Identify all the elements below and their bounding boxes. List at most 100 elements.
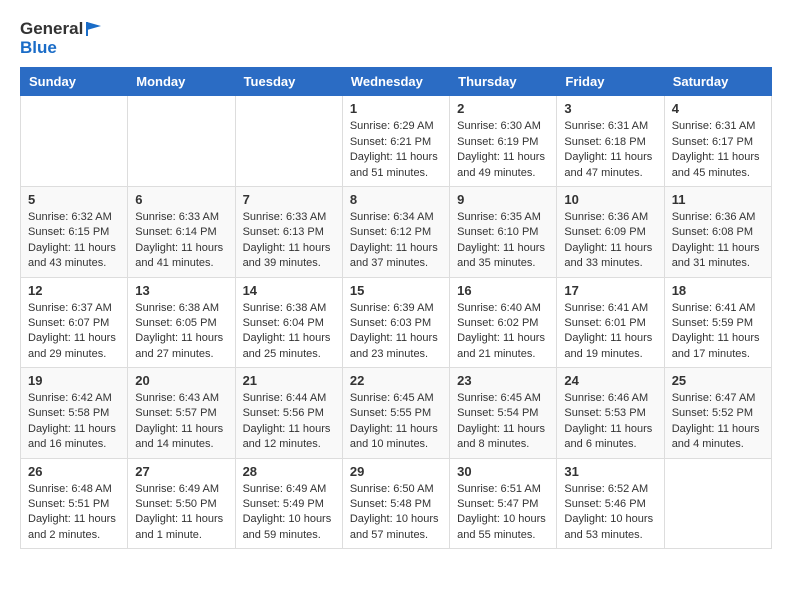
calendar-cell: 1 Sunrise: 6:29 AM Sunset: 6:21 PM Daylig… xyxy=(342,96,449,187)
logo-blue-text: Blue xyxy=(20,39,57,58)
calendar-cell: 5 Sunrise: 6:32 AM Sunset: 6:15 PM Daylig… xyxy=(21,186,128,277)
week-row-4: 19 Sunrise: 6:42 AM Sunset: 5:58 PM Dayli… xyxy=(21,368,772,459)
calendar-cell: 16 Sunrise: 6:40 AM Sunset: 6:02 PM Dayli… xyxy=(450,277,557,368)
calendar-cell xyxy=(664,458,771,549)
calendar-cell: 23 Sunrise: 6:45 AM Sunset: 5:54 PM Dayli… xyxy=(450,368,557,459)
weekday-header-tuesday: Tuesday xyxy=(235,68,342,96)
calendar-cell: 15 Sunrise: 6:39 AM Sunset: 6:03 PM Dayli… xyxy=(342,277,449,368)
calendar-cell: 30Sunrise: 6:51 AM Sunset: 5:47 PM Dayli… xyxy=(450,458,557,549)
calendar-cell: 3Sunrise: 6:31 AM Sunset: 6:18 PM Daylig… xyxy=(557,96,664,187)
day-info: Sunrise: 6:45 AM Sunset: 5:55 PM Dayligh… xyxy=(350,391,442,453)
week-row-2: 5 Sunrise: 6:32 AM Sunset: 6:15 PM Daylig… xyxy=(21,186,772,277)
day-info: Sunrise: 6:42 AM Sunset: 5:58 PM Dayligh… xyxy=(28,391,120,453)
day-info: Sunrise: 6:43 AM Sunset: 5:57 PM Dayligh… xyxy=(135,391,227,453)
day-number: 30 xyxy=(457,464,549,479)
calendar-cell: 26Sunrise: 6:48 AM Sunset: 5:51 PM Dayli… xyxy=(21,458,128,549)
calendar-cell: 10 Sunrise: 6:36 AM Sunset: 6:09 PM Dayli… xyxy=(557,186,664,277)
day-number: 27 xyxy=(135,464,227,479)
day-info: Sunrise: 6:39 AM Sunset: 6:03 PM Dayligh… xyxy=(350,301,442,363)
day-number: 13 xyxy=(135,283,227,298)
day-info: Sunrise: 6:47 AM Sunset: 5:52 PM Dayligh… xyxy=(672,391,764,453)
day-number: 19 xyxy=(28,373,120,388)
day-info: Sunrise: 6:41 AM Sunset: 6:01 PM Dayligh… xyxy=(564,301,656,363)
day-info: Sunrise: 6:52 AM Sunset: 5:46 PM Dayligh… xyxy=(564,482,656,544)
day-number: 17 xyxy=(564,283,656,298)
day-info: Sunrise: 6:31 AM Sunset: 6:18 PM Dayligh… xyxy=(564,119,656,181)
day-number: 5 xyxy=(28,192,120,207)
day-info: Sunrise: 6:38 AM Sunset: 6:05 PM Dayligh… xyxy=(135,301,227,363)
day-number: 16 xyxy=(457,283,549,298)
day-info: Sunrise: 6:40 AM Sunset: 6:02 PM Dayligh… xyxy=(457,301,549,363)
weekday-header-sunday: Sunday xyxy=(21,68,128,96)
calendar-cell: 8 Sunrise: 6:34 AM Sunset: 6:12 PM Daylig… xyxy=(342,186,449,277)
day-number: 28 xyxy=(243,464,335,479)
calendar-cell: 13 Sunrise: 6:38 AM Sunset: 6:05 PM Dayli… xyxy=(128,277,235,368)
day-info: Sunrise: 6:31 AM Sunset: 6:17 PM Dayligh… xyxy=(672,119,764,181)
logo: General Blue xyxy=(20,20,103,57)
day-number: 6 xyxy=(135,192,227,207)
calendar-cell: 2Sunrise: 6:30 AM Sunset: 6:19 PM Daylig… xyxy=(450,96,557,187)
calendar-table: SundayMondayTuesdayWednesdayThursdayFrid… xyxy=(20,67,772,549)
day-info: Sunrise: 6:37 AM Sunset: 6:07 PM Dayligh… xyxy=(28,301,120,363)
day-number: 25 xyxy=(672,373,764,388)
weekday-header-thursday: Thursday xyxy=(450,68,557,96)
day-number: 10 xyxy=(564,192,656,207)
weekday-header-saturday: Saturday xyxy=(664,68,771,96)
calendar-cell: 19 Sunrise: 6:42 AM Sunset: 5:58 PM Dayli… xyxy=(21,368,128,459)
calendar-cell xyxy=(21,96,128,187)
weekday-header-friday: Friday xyxy=(557,68,664,96)
day-number: 15 xyxy=(350,283,442,298)
day-number: 7 xyxy=(243,192,335,207)
calendar-cell: 14Sunrise: 6:38 AM Sunset: 6:04 PM Dayli… xyxy=(235,277,342,368)
day-number: 24 xyxy=(564,373,656,388)
calendar-cell: 17 Sunrise: 6:41 AM Sunset: 6:01 PM Dayli… xyxy=(557,277,664,368)
day-number: 1 xyxy=(350,101,442,116)
day-info: Sunrise: 6:29 AM Sunset: 6:21 PM Dayligh… xyxy=(350,119,442,181)
day-number: 29 xyxy=(350,464,442,479)
day-number: 26 xyxy=(28,464,120,479)
day-number: 31 xyxy=(564,464,656,479)
day-info: Sunrise: 6:34 AM Sunset: 6:12 PM Dayligh… xyxy=(350,210,442,272)
logo-flag-icon xyxy=(85,20,103,38)
day-info: Sunrise: 6:36 AM Sunset: 6:09 PM Dayligh… xyxy=(564,210,656,272)
day-number: 2 xyxy=(457,101,549,116)
calendar-cell: 24Sunrise: 6:46 AM Sunset: 5:53 PM Dayli… xyxy=(557,368,664,459)
weekday-header-monday: Monday xyxy=(128,68,235,96)
day-info: Sunrise: 6:41 AM Sunset: 5:59 PM Dayligh… xyxy=(672,301,764,363)
day-number: 4 xyxy=(672,101,764,116)
calendar-cell: 6Sunrise: 6:33 AM Sunset: 6:14 PM Daylig… xyxy=(128,186,235,277)
calendar-cell: 20 Sunrise: 6:43 AM Sunset: 5:57 PM Dayli… xyxy=(128,368,235,459)
calendar-cell: 4 Sunrise: 6:31 AM Sunset: 6:17 PM Daylig… xyxy=(664,96,771,187)
calendar-cell: 18 Sunrise: 6:41 AM Sunset: 5:59 PM Dayli… xyxy=(664,277,771,368)
weekday-header-row: SundayMondayTuesdayWednesdayThursdayFrid… xyxy=(21,68,772,96)
day-info: Sunrise: 6:45 AM Sunset: 5:54 PM Dayligh… xyxy=(457,391,549,453)
day-number: 18 xyxy=(672,283,764,298)
logo-general-text: General xyxy=(20,20,83,39)
day-info: Sunrise: 6:49 AM Sunset: 5:50 PM Dayligh… xyxy=(135,482,227,544)
day-number: 20 xyxy=(135,373,227,388)
day-info: Sunrise: 6:35 AM Sunset: 6:10 PM Dayligh… xyxy=(457,210,549,272)
day-number: 22 xyxy=(350,373,442,388)
day-number: 23 xyxy=(457,373,549,388)
calendar-cell: 22 Sunrise: 6:45 AM Sunset: 5:55 PM Dayli… xyxy=(342,368,449,459)
day-info: Sunrise: 6:49 AM Sunset: 5:49 PM Dayligh… xyxy=(243,482,335,544)
week-row-5: 26Sunrise: 6:48 AM Sunset: 5:51 PM Dayli… xyxy=(21,458,772,549)
calendar-cell: 12 Sunrise: 6:37 AM Sunset: 6:07 PM Dayli… xyxy=(21,277,128,368)
day-info: Sunrise: 6:50 AM Sunset: 5:48 PM Dayligh… xyxy=(350,482,442,544)
calendar-cell: 28 Sunrise: 6:49 AM Sunset: 5:49 PM Dayli… xyxy=(235,458,342,549)
calendar-cell: 25 Sunrise: 6:47 AM Sunset: 5:52 PM Dayli… xyxy=(664,368,771,459)
page-header: General Blue xyxy=(20,20,772,57)
day-number: 12 xyxy=(28,283,120,298)
calendar-cell: 7Sunrise: 6:33 AM Sunset: 6:13 PM Daylig… xyxy=(235,186,342,277)
day-info: Sunrise: 6:36 AM Sunset: 6:08 PM Dayligh… xyxy=(672,210,764,272)
day-number: 14 xyxy=(243,283,335,298)
day-number: 9 xyxy=(457,192,549,207)
day-info: Sunrise: 6:32 AM Sunset: 6:15 PM Dayligh… xyxy=(28,210,120,272)
calendar-cell: 31 Sunrise: 6:52 AM Sunset: 5:46 PM Dayli… xyxy=(557,458,664,549)
calendar-cell: 11Sunrise: 6:36 AM Sunset: 6:08 PM Dayli… xyxy=(664,186,771,277)
calendar-cell: 27 Sunrise: 6:49 AM Sunset: 5:50 PM Dayli… xyxy=(128,458,235,549)
day-number: 8 xyxy=(350,192,442,207)
weekday-header-wednesday: Wednesday xyxy=(342,68,449,96)
calendar-cell: 21Sunrise: 6:44 AM Sunset: 5:56 PM Dayli… xyxy=(235,368,342,459)
week-row-1: 1 Sunrise: 6:29 AM Sunset: 6:21 PM Daylig… xyxy=(21,96,772,187)
